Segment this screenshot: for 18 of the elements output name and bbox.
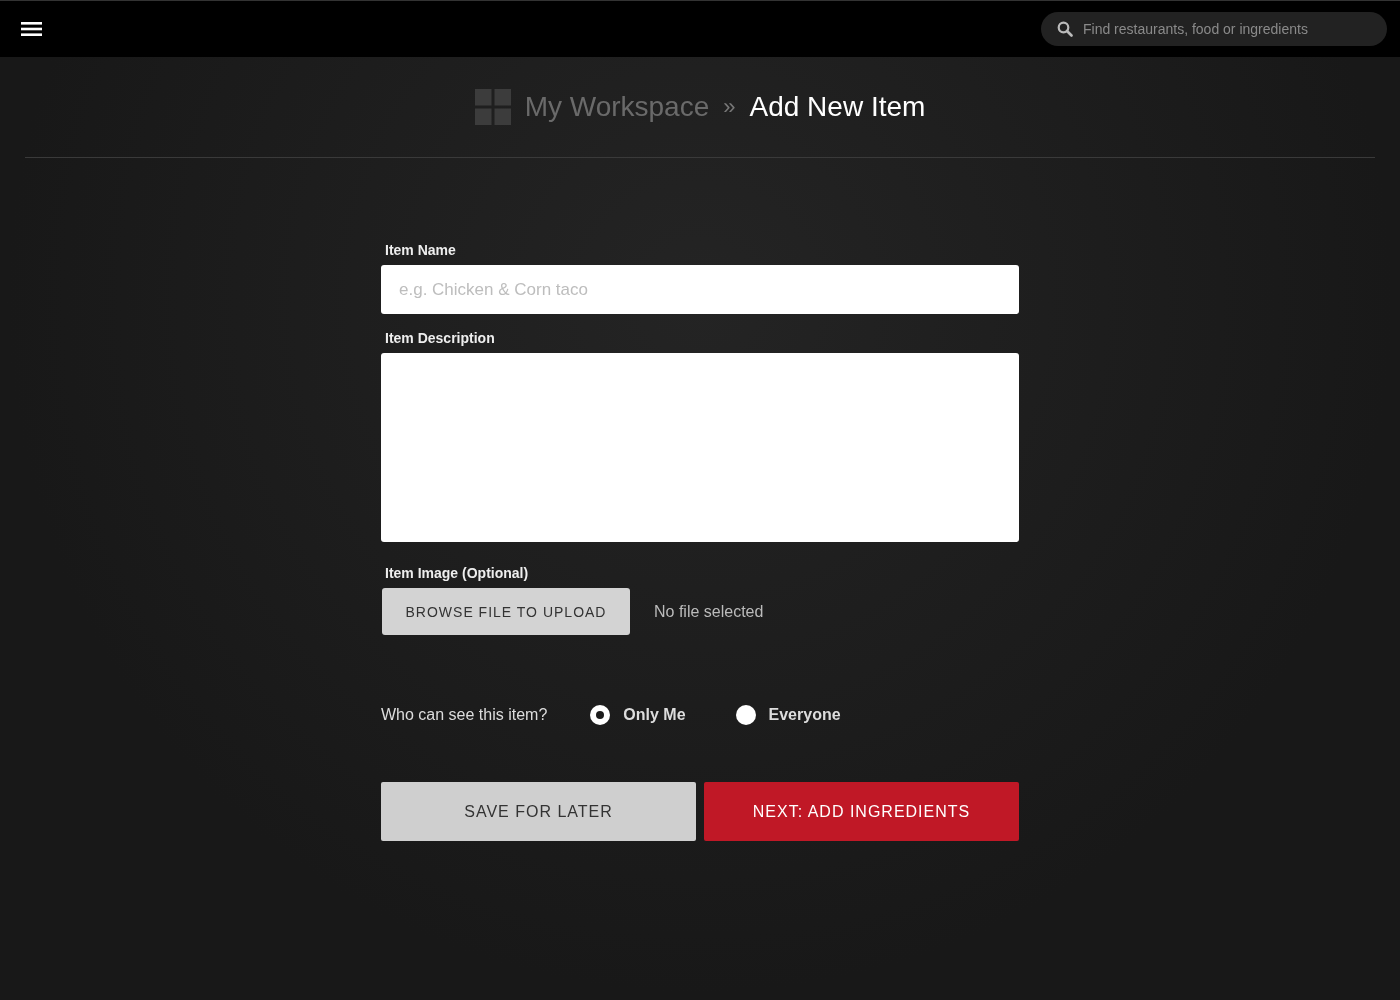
field-label: Item Description [385, 330, 496, 346]
browse-button[interactable]: BROWSE FILE TO UPLOAD [382, 588, 630, 635]
input-field[interactable]: e.g. Chicken & Corn taco [381, 265, 1019, 314]
field-label: Item Name [385, 242, 457, 258]
save-button[interactable]: SAVE FOR LATER [381, 782, 696, 841]
field-label: Item Image (Optional) [385, 565, 530, 581]
file-status: No file selected [654, 602, 764, 621]
radio-label[interactable]: Only Me [623, 706, 686, 724]
grid-icon [474, 89, 511, 125]
question-label: Who can see this item? [381, 706, 548, 724]
breadcrumb-separator: » [723, 94, 736, 120]
search-field[interactable]: Find restaurants, food or ingredients [1041, 12, 1387, 46]
page-title: Add New Item [749, 91, 926, 123]
radio-button[interactable] [735, 705, 756, 725]
next-button[interactable]: NEXT: ADD INGREDIENTS [704, 782, 1019, 841]
radio-button[interactable] [590, 705, 611, 725]
menu-icon[interactable] [21, 21, 42, 37]
radio-label[interactable]: Everyone [768, 706, 841, 724]
